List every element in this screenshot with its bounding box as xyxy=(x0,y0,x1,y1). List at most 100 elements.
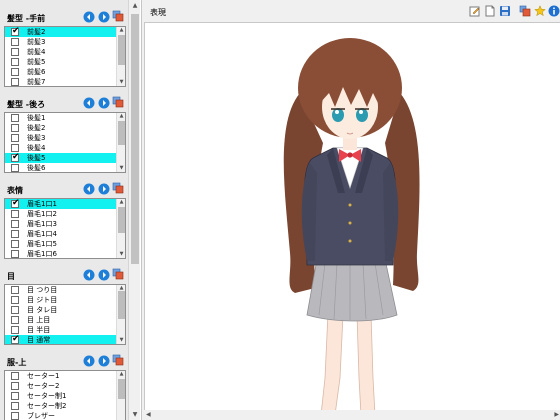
next-arrow-icon[interactable] xyxy=(98,11,110,23)
list-item[interactable]: セーター1 xyxy=(5,371,125,381)
list-item[interactable]: 眉毛1口5 xyxy=(5,239,125,249)
list-item[interactable]: 前髪4 xyxy=(5,47,125,57)
layers-icon[interactable] xyxy=(519,5,531,17)
list-item[interactable]: 前髪3 xyxy=(5,37,125,47)
scroll-up-arrow-icon[interactable]: ▲ xyxy=(118,199,125,206)
list-item[interactable]: 眉毛1口6 xyxy=(5,249,125,258)
list-item[interactable]: 後髪3 xyxy=(5,133,125,143)
prev-arrow-icon[interactable] xyxy=(83,97,95,109)
item-checkbox[interactable] xyxy=(11,134,19,142)
item-checkbox[interactable] xyxy=(11,38,19,46)
copy-layers-icon[interactable] xyxy=(112,354,124,366)
list-item[interactable]: セーター2 xyxy=(5,381,125,391)
scroll-down-arrow-icon[interactable]: ▼ xyxy=(118,251,125,258)
star-icon[interactable] xyxy=(534,5,546,17)
part-list-scrollbar[interactable]: ▲▼ xyxy=(116,27,125,86)
scrollbar-thumb[interactable] xyxy=(118,35,125,65)
scrollbar-thumb[interactable] xyxy=(131,14,139,264)
prev-arrow-icon[interactable] xyxy=(83,183,95,195)
copy-layers-icon[interactable] xyxy=(112,96,124,108)
part-list[interactable]: ✔ 眉毛1口1 眉毛1口2 眉毛1口3 眉毛1口4 眉毛1口5 眉毛1口6 ▲ ▼ xyxy=(4,198,126,259)
scroll-down-arrow-icon[interactable]: ▼ xyxy=(118,165,125,172)
scrollbar-thumb[interactable] xyxy=(118,121,125,145)
part-list-scrollbar[interactable]: ▲▼ xyxy=(116,199,125,258)
item-checkbox[interactable]: ✔ xyxy=(11,27,20,36)
character-preview-canvas[interactable] xyxy=(144,22,560,414)
item-checkbox[interactable] xyxy=(11,164,19,172)
item-checkbox[interactable] xyxy=(11,240,19,248)
preview-horizontal-scrollbar[interactable]: ◀ ▶ xyxy=(144,410,560,420)
copy-layers-icon[interactable] xyxy=(112,182,124,194)
item-checkbox[interactable] xyxy=(11,58,19,66)
list-item[interactable]: 目 つり目 xyxy=(5,285,125,295)
item-checkbox[interactable] xyxy=(11,382,19,390)
list-item[interactable]: 眉毛1口2 xyxy=(5,209,125,219)
item-checkbox[interactable] xyxy=(11,326,19,334)
list-item[interactable]: 眉毛1口3 xyxy=(5,219,125,229)
list-item[interactable]: ✔ 目 通常 xyxy=(5,334,125,344)
part-list[interactable]: セーター1 セーター2 セーター制1 セーター制2 ブレザー ▲▼ xyxy=(4,370,126,420)
item-checkbox[interactable] xyxy=(11,220,19,228)
scrollbar-thumb[interactable] xyxy=(118,207,125,233)
copy-layers-icon[interactable] xyxy=(112,268,124,280)
item-checkbox[interactable] xyxy=(11,144,19,152)
prev-arrow-icon[interactable] xyxy=(83,355,95,367)
list-item[interactable]: 目 タレ目 xyxy=(5,305,125,315)
item-checkbox[interactable] xyxy=(11,114,19,122)
item-checkbox[interactable]: ✔ xyxy=(11,199,20,208)
scrollbar-thumb[interactable] xyxy=(118,379,125,399)
list-item[interactable]: ✔ 眉毛1口1 xyxy=(5,199,125,209)
next-arrow-icon[interactable] xyxy=(98,355,110,367)
item-checkbox[interactable] xyxy=(11,402,19,410)
list-item[interactable]: セーター制1 xyxy=(5,391,125,401)
list-item[interactable]: 後髪2 xyxy=(5,123,125,133)
item-checkbox[interactable] xyxy=(11,250,19,258)
item-checkbox[interactable] xyxy=(11,306,19,314)
item-checkbox[interactable]: ✔ xyxy=(11,152,20,162)
list-item[interactable]: セーター制2 xyxy=(5,401,125,411)
part-list-scrollbar[interactable]: ▲▼ xyxy=(116,285,125,344)
part-list-scrollbar[interactable]: ▲▼ xyxy=(116,371,125,420)
new-page-icon[interactable] xyxy=(484,5,496,17)
prev-arrow-icon[interactable] xyxy=(83,269,95,281)
list-item[interactable]: 眉毛1口4 xyxy=(5,229,125,239)
scroll-up-arrow-icon[interactable]: ▲ xyxy=(131,2,139,9)
scroll-left-arrow-icon[interactable]: ◀ xyxy=(146,411,151,418)
item-checkbox[interactable] xyxy=(11,412,19,420)
item-checkbox[interactable] xyxy=(11,286,19,294)
save-icon[interactable] xyxy=(499,5,511,17)
list-item[interactable]: 前髪6 xyxy=(5,67,125,77)
list-item[interactable]: ✔ 後髪5 xyxy=(5,152,125,163)
scroll-down-arrow-icon[interactable]: ▼ xyxy=(118,337,125,344)
list-item[interactable]: 目 ジト目 xyxy=(5,295,125,305)
next-arrow-icon[interactable] xyxy=(98,97,110,109)
info-icon[interactable] xyxy=(548,5,560,17)
list-item[interactable]: 後髪4 xyxy=(5,143,125,153)
parts-panel-scrollbar[interactable]: ▲ ▼ xyxy=(128,0,140,420)
item-checkbox[interactable] xyxy=(11,124,19,132)
item-checkbox[interactable] xyxy=(11,210,19,218)
scrollbar-thumb[interactable] xyxy=(118,291,125,319)
scroll-down-arrow-icon[interactable]: ▼ xyxy=(118,79,125,86)
next-arrow-icon[interactable] xyxy=(98,183,110,195)
item-checkbox[interactable] xyxy=(11,296,19,304)
list-item[interactable]: 前髪7 xyxy=(5,77,125,86)
part-list-scrollbar[interactable]: ▲▼ xyxy=(116,113,125,172)
item-checkbox[interactable] xyxy=(11,372,19,380)
list-item[interactable]: 目 半目 xyxy=(5,325,125,335)
part-list[interactable]: ✔ 前髪2 前髪3 前髪4 前髪5 前髪6 前髪7 ▲ ▼ xyxy=(4,26,126,87)
edit-icon[interactable] xyxy=(469,5,481,17)
scroll-up-arrow-icon[interactable]: ▲ xyxy=(118,27,125,34)
item-checkbox[interactable]: ✔ xyxy=(11,334,20,344)
item-checkbox[interactable] xyxy=(11,48,19,56)
item-checkbox[interactable] xyxy=(11,68,19,76)
prev-arrow-icon[interactable] xyxy=(83,11,95,23)
part-list[interactable]: 後髪1 後髪2 後髪3 後髪4 ✔ 後髪5 後髪6 ▲ ▼ xyxy=(4,112,126,173)
next-arrow-icon[interactable] xyxy=(98,269,110,281)
scroll-down-arrow-icon[interactable]: ▼ xyxy=(131,411,139,418)
item-checkbox[interactable] xyxy=(11,392,19,400)
copy-layers-icon[interactable] xyxy=(112,10,124,22)
item-checkbox[interactable] xyxy=(11,316,19,324)
item-checkbox[interactable] xyxy=(11,230,19,238)
list-item[interactable]: 目 上目 xyxy=(5,315,125,325)
